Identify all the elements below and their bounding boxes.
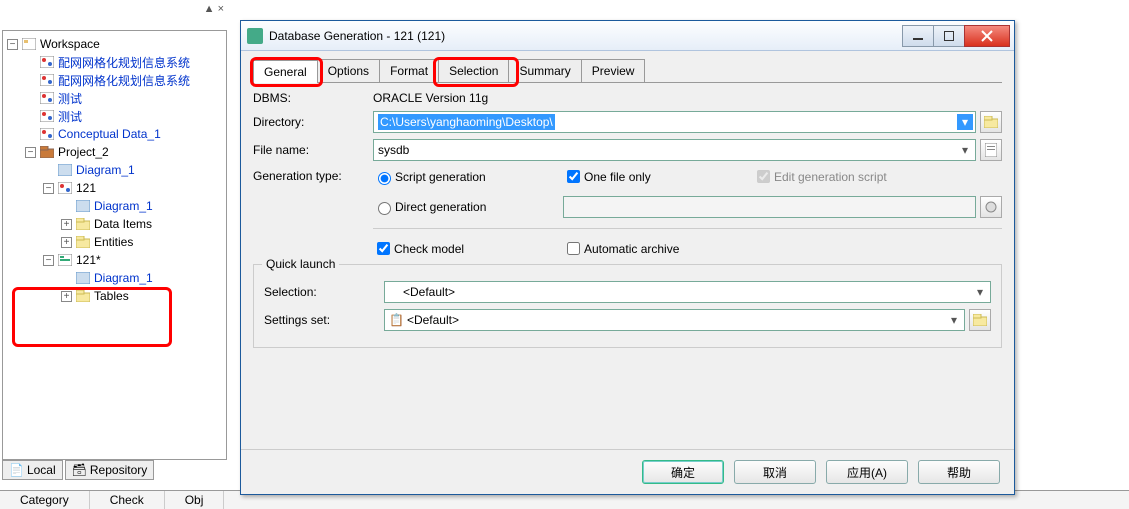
model-icon [39, 90, 55, 106]
tree-model-121star[interactable]: −121* [7, 251, 226, 269]
selection-label: Selection: [264, 285, 384, 299]
pdm-icon [57, 252, 73, 268]
col-header: Category [0, 491, 90, 509]
chevron-down-icon: ▾ [957, 114, 973, 130]
folder-icon [75, 288, 91, 304]
tree-panel: ▲ × −Workspace 配网网格化规划信息系统 配网网格化规划信息系统 测… [2, 30, 227, 460]
connection-button[interactable] [980, 196, 1002, 218]
model-icon [39, 72, 55, 88]
filename-combo[interactable]: sysdb▾ [373, 139, 976, 161]
diagram-icon [75, 270, 91, 286]
dialog-tabs: General Options Format Selection Summary… [253, 59, 1002, 83]
tree: −Workspace 配网网格化规划信息系统 配网网格化规划信息系统 测试 测试… [3, 31, 226, 305]
model-icon [57, 180, 73, 196]
tree-item[interactable]: 测试 [7, 89, 226, 107]
model-icon [39, 54, 55, 70]
browse-folder-button[interactable] [980, 111, 1002, 133]
check-edit-script: Edit generation script [753, 167, 913, 186]
check-one-file[interactable]: One file only [563, 167, 723, 186]
tree-item[interactable]: +Tables [7, 287, 226, 305]
titlebar[interactable]: Database Generation - 121 (121) [241, 21, 1014, 51]
local-icon: 📄 [9, 463, 24, 477]
settings-browse-button[interactable] [969, 309, 991, 331]
button-bar: 确定 取消 应用(A) 帮助 [241, 449, 1014, 494]
dbms-label: DBMS: [253, 91, 373, 105]
quick-launch-legend: Quick launch [262, 257, 339, 271]
check-check-model[interactable]: Check model [373, 239, 533, 258]
tree-item[interactable]: Diagram_1 [7, 197, 226, 215]
help-button[interactable]: 帮助 [918, 460, 1000, 484]
app-icon [247, 28, 263, 44]
apply-button[interactable]: 应用(A) [826, 460, 908, 484]
chevron-down-icon: ▾ [946, 312, 962, 328]
tree-item[interactable]: +Data Items [7, 215, 226, 233]
ok-button[interactable]: 确定 [642, 460, 724, 484]
col-header: Check [90, 491, 165, 509]
tab-repository[interactable]: 🗃Repository [65, 460, 155, 480]
diagram-icon [75, 198, 91, 214]
tree-item[interactable]: Conceptual Data_1 [7, 125, 226, 143]
filename-label: File name: [253, 143, 373, 157]
dialog-title: Database Generation - 121 (121) [269, 29, 903, 43]
chevron-down-icon [957, 199, 973, 215]
tree-tabbar: 📄Local 🗃Repository [2, 460, 154, 480]
quick-launch-fieldset: Quick launch Selection: <Default>▾ Setti… [253, 264, 1002, 348]
cancel-button[interactable]: 取消 [734, 460, 816, 484]
tree-item[interactable]: +Entities [7, 233, 226, 251]
radio-direct-generation[interactable]: Direct generation [373, 199, 533, 215]
browse-file-button[interactable] [980, 139, 1002, 161]
tree-root[interactable]: −Workspace [7, 35, 226, 53]
tree-project[interactable]: −Project_2 [7, 143, 226, 161]
diagram-icon [57, 162, 73, 178]
tab-summary[interactable]: Summary [508, 59, 581, 82]
directory-combo[interactable]: C:\Users\yanghaoming\Desktop\▾ [373, 111, 976, 133]
folder-icon [75, 234, 91, 250]
tree-item[interactable]: 配网网格化规划信息系统 [7, 53, 226, 71]
tree-item[interactable]: Diagram_1 [7, 269, 226, 287]
col-header: Obj [165, 491, 225, 509]
project-icon [39, 144, 55, 160]
minimize-button[interactable] [902, 25, 934, 47]
tab-general[interactable]: General [253, 60, 318, 83]
chevron-down-icon: ▾ [957, 142, 973, 158]
tab-preview[interactable]: Preview [581, 59, 646, 82]
settings-combo[interactable]: 📋<Default>▾ [384, 309, 965, 331]
check-auto-archive[interactable]: Automatic archive [563, 239, 723, 258]
radio-script-generation[interactable]: Script generation [373, 169, 533, 185]
gentype-label: Generation type: [253, 167, 373, 183]
tab-options[interactable]: Options [317, 59, 380, 82]
workspace-icon [21, 36, 37, 52]
selection-combo[interactable]: <Default>▾ [384, 281, 991, 303]
folder-icon [75, 216, 91, 232]
tab-format[interactable]: Format [379, 59, 439, 82]
repo-icon: 🗃 [72, 463, 87, 477]
dbms-value: ORACLE Version 11g [373, 91, 488, 105]
close-button[interactable] [964, 25, 1010, 47]
tab-selection[interactable]: Selection [438, 59, 509, 82]
connection-combo[interactable] [563, 196, 976, 218]
model-icon [39, 126, 55, 142]
tree-item[interactable]: 配网网格化规划信息系统 [7, 71, 226, 89]
settings-icon: 📋 [389, 313, 404, 327]
tree-model-121[interactable]: −121 [7, 179, 226, 197]
settings-label: Settings set: [264, 313, 384, 327]
model-icon [39, 108, 55, 124]
maximize-button[interactable] [933, 25, 965, 47]
tree-item[interactable]: Diagram_1 [7, 161, 226, 179]
database-generation-dialog: Database Generation - 121 (121) General … [240, 20, 1015, 495]
directory-label: Directory: [253, 115, 373, 129]
panel-close-icon[interactable]: ▲ × [204, 3, 224, 15]
tree-item[interactable]: 测试 [7, 107, 226, 125]
tab-local[interactable]: 📄Local [2, 460, 63, 480]
chevron-down-icon: ▾ [972, 284, 988, 300]
